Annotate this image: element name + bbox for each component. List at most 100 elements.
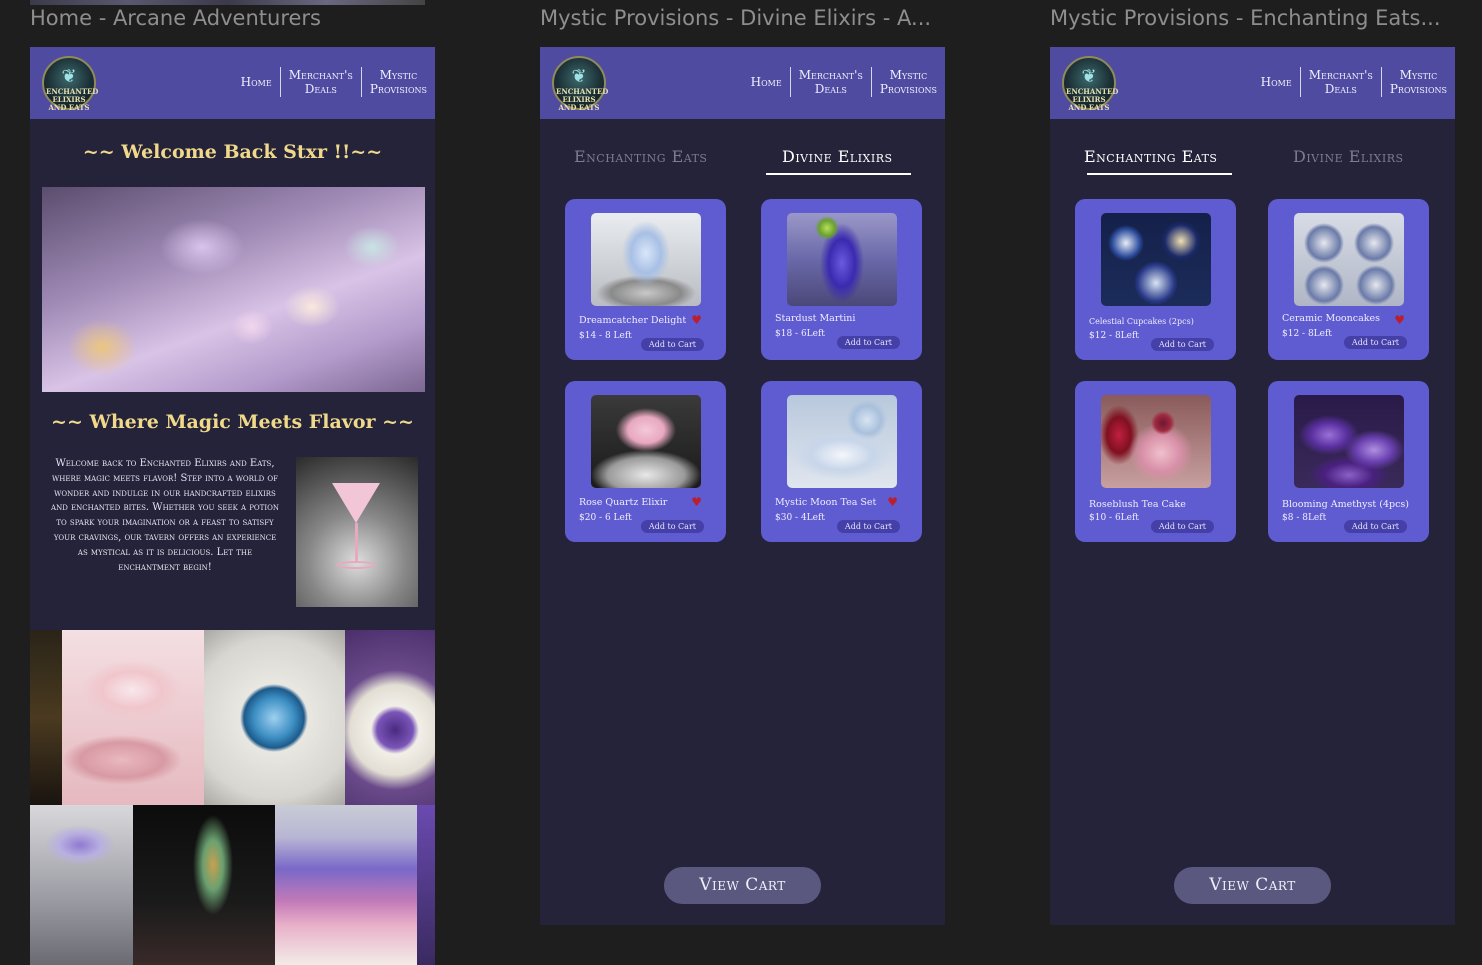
product-name: Celestial Cupcakes (2pcs) [1089, 317, 1194, 326]
elixirs-frame: ❦ ENCHANTED ELIXIRS AND EATS Home Mercha… [540, 47, 945, 925]
nav-provisions-label-2: Provisions [369, 82, 427, 96]
category-tabs: Enchanting Eats Divine Elixirs [540, 147, 945, 177]
category-tabs: Enchanting Eats Divine Elixirs [1050, 147, 1455, 177]
product-card[interactable]: Celestial Cupcakes (2pcs) $12 - 8Left Ad… [1075, 199, 1236, 360]
product-image [1294, 395, 1404, 488]
nav-deals-label-2: Deals [304, 82, 337, 96]
intro-paragraph: Welcome back to Enchanted Elixirs and Ea… [51, 458, 279, 573]
product-image [787, 395, 897, 488]
nav-deals-label-1: Merchant's [288, 68, 353, 82]
logo-text: ENCHANTED ELIXIRS AND EATS [1066, 87, 1119, 112]
product-name: Ceramic Mooncakes [1282, 313, 1381, 324]
product-name: Blooming Amethyst (4pcs) [1282, 499, 1409, 510]
nav-deals-label-1: Merchant's [798, 68, 863, 82]
product-image [1101, 213, 1211, 306]
product-card[interactable]: Ceramic Mooncakes ♥ $12 - 8Left Add to C… [1268, 199, 1429, 360]
heart-icon[interactable]: ♥ [1394, 313, 1405, 327]
tagline-heading: ~~ Where Magic Meets Flavor ~~ [51, 411, 414, 433]
product-name: Mystic Moon Tea Set [775, 497, 877, 508]
add-to-cart-button[interactable]: Add to Cart [640, 338, 704, 351]
product-card[interactable]: Roseblush Tea Cake $10 - 6Left Add to Ca… [1075, 381, 1236, 542]
nav-deals-label-1: Merchant's [1308, 68, 1373, 82]
welcome-heading: ~~ Welcome Back Stxr !!~~ [82, 141, 383, 163]
heart-icon[interactable]: ♥ [887, 495, 898, 509]
product-price-stock: $20 - 6 Left [579, 513, 632, 523]
nav-mystic-provisions[interactable]: Mystic Provisions [872, 68, 945, 96]
product-card[interactable]: Stardust Martini $18 - 6Left Add to Cart [761, 199, 922, 360]
cocktail-base [336, 561, 376, 569]
product-price-stock: $14 - 8 Left [579, 331, 632, 341]
nav-merchants-deals[interactable]: Merchant's Deals [281, 68, 361, 96]
nav-menu: Home Merchant's Deals Mystic Provisions [233, 67, 435, 97]
header: ❦ ENCHANTED ELIXIRS AND EATS Home Mercha… [1050, 47, 1455, 119]
tab-divine-elixirs[interactable]: Divine Elixirs [1293, 147, 1404, 166]
dragon-icon: ❦ [61, 66, 77, 87]
header: ❦ ENCHANTED ELIXIRS AND EATS Home Mercha… [30, 47, 435, 119]
tab-enchanting-eats[interactable]: Enchanting Eats [574, 147, 707, 166]
logo[interactable]: ❦ ENCHANTED ELIXIRS AND EATS [42, 56, 99, 112]
nav-mystic-provisions[interactable]: Mystic Provisions [362, 68, 435, 96]
dragon-icon: ❦ [1081, 66, 1097, 87]
logo[interactable]: ❦ ENCHANTED ELIXIRS AND EATS [1062, 56, 1119, 112]
nav-mystic-provisions[interactable]: Mystic Provisions [1382, 68, 1455, 96]
product-price-stock: $8 - 8Left [1282, 513, 1327, 523]
add-to-cart-button[interactable]: Add to Cart [640, 520, 704, 533]
frame-label-eats: Mystic Provisions - Enchanting Eats... [1050, 6, 1441, 30]
product-name: Dreamcatcher Delight [579, 315, 687, 326]
product-price-stock: $12 - 8Left [1282, 329, 1332, 339]
nav-home[interactable]: Home [233, 75, 280, 89]
nav-merchants-deals[interactable]: Merchant's Deals [1301, 68, 1381, 96]
nav-home-label: Home [1260, 75, 1292, 89]
nav-home[interactable]: Home [743, 75, 790, 89]
product-name: Roseblush Tea Cake [1089, 499, 1186, 510]
product-image [787, 213, 897, 306]
frame-label-elixirs: Mystic Provisions - Divine Elixirs - A..… [540, 6, 932, 30]
gallery-photo [417, 805, 435, 965]
view-cart-button[interactable]: View Cart [1174, 867, 1331, 904]
view-cart-button[interactable]: View Cart [664, 867, 821, 904]
logo[interactable]: ❦ ENCHANTED ELIXIRS AND EATS [552, 56, 609, 112]
product-image [591, 213, 701, 306]
product-image [591, 395, 701, 488]
add-to-cart-button[interactable]: Add to Cart [1150, 520, 1214, 533]
product-image [1294, 213, 1404, 306]
product-card[interactable]: Blooming Amethyst (4pcs) $8 - 8Left Add … [1268, 381, 1429, 542]
nav-provisions-label-2: Provisions [1389, 82, 1447, 96]
product-card[interactable]: Rose Quartz Elixir ♥ $20 - 6 Left Add to… [565, 381, 726, 542]
logo-text: ENCHANTED ELIXIRS AND EATS [556, 87, 609, 112]
header: ❦ ENCHANTED ELIXIRS AND EATS Home Mercha… [540, 47, 945, 119]
cocktail-stem [355, 523, 358, 563]
raindrop-cake-photo [204, 630, 345, 805]
add-to-cart-button[interactable]: Add to Cart [836, 520, 900, 533]
product-card[interactable]: Dreamcatcher Delight ♥ $14 - 8 Left Add … [565, 199, 726, 360]
product-name: Rose Quartz Elixir [579, 497, 668, 508]
logo-text: ENCHANTED ELIXIRS AND EATS [46, 87, 99, 112]
nav-provisions-label-1: Mystic [379, 68, 418, 82]
add-to-cart-button[interactable]: Add to Cart [1150, 338, 1214, 351]
nav-menu: Home Merchant's Deals Mystic Provisions [1253, 67, 1455, 97]
add-to-cart-button[interactable]: Add to Cart [1343, 520, 1407, 533]
photo-gallery [30, 630, 435, 965]
frame-label-home: Home - Arcane Adventurers [30, 6, 321, 30]
macarons-photo [62, 630, 204, 805]
cocktail-image [296, 457, 418, 607]
product-image [1101, 395, 1211, 488]
heart-icon[interactable]: ♥ [691, 495, 702, 509]
active-tab-indicator [766, 173, 911, 175]
active-tab-indicator [1087, 173, 1232, 175]
add-to-cart-button[interactable]: Add to Cart [1343, 336, 1407, 349]
nav-home[interactable]: Home [1253, 75, 1300, 89]
tab-enchanting-eats[interactable]: Enchanting Eats [1084, 147, 1217, 166]
product-card[interactable]: Mystic Moon Tea Set ♥ $30 - 4Left Add to… [761, 381, 922, 542]
tab-divine-elixirs[interactable]: Divine Elixirs [782, 147, 893, 166]
nav-provisions-label-2: Provisions [879, 82, 937, 96]
product-price-stock: $10 - 6Left [1089, 513, 1139, 523]
add-to-cart-button[interactable]: Add to Cart [836, 336, 900, 349]
horn-drink-photo [133, 805, 275, 965]
nav-provisions-label-1: Mystic [889, 68, 928, 82]
heart-icon[interactable]: ♥ [691, 313, 702, 327]
heart-cake-photo [345, 630, 435, 805]
nav-deals-label-2: Deals [1324, 82, 1357, 96]
nav-merchants-deals[interactable]: Merchant's Deals [791, 68, 871, 96]
product-price-stock: $30 - 4Left [775, 513, 825, 523]
